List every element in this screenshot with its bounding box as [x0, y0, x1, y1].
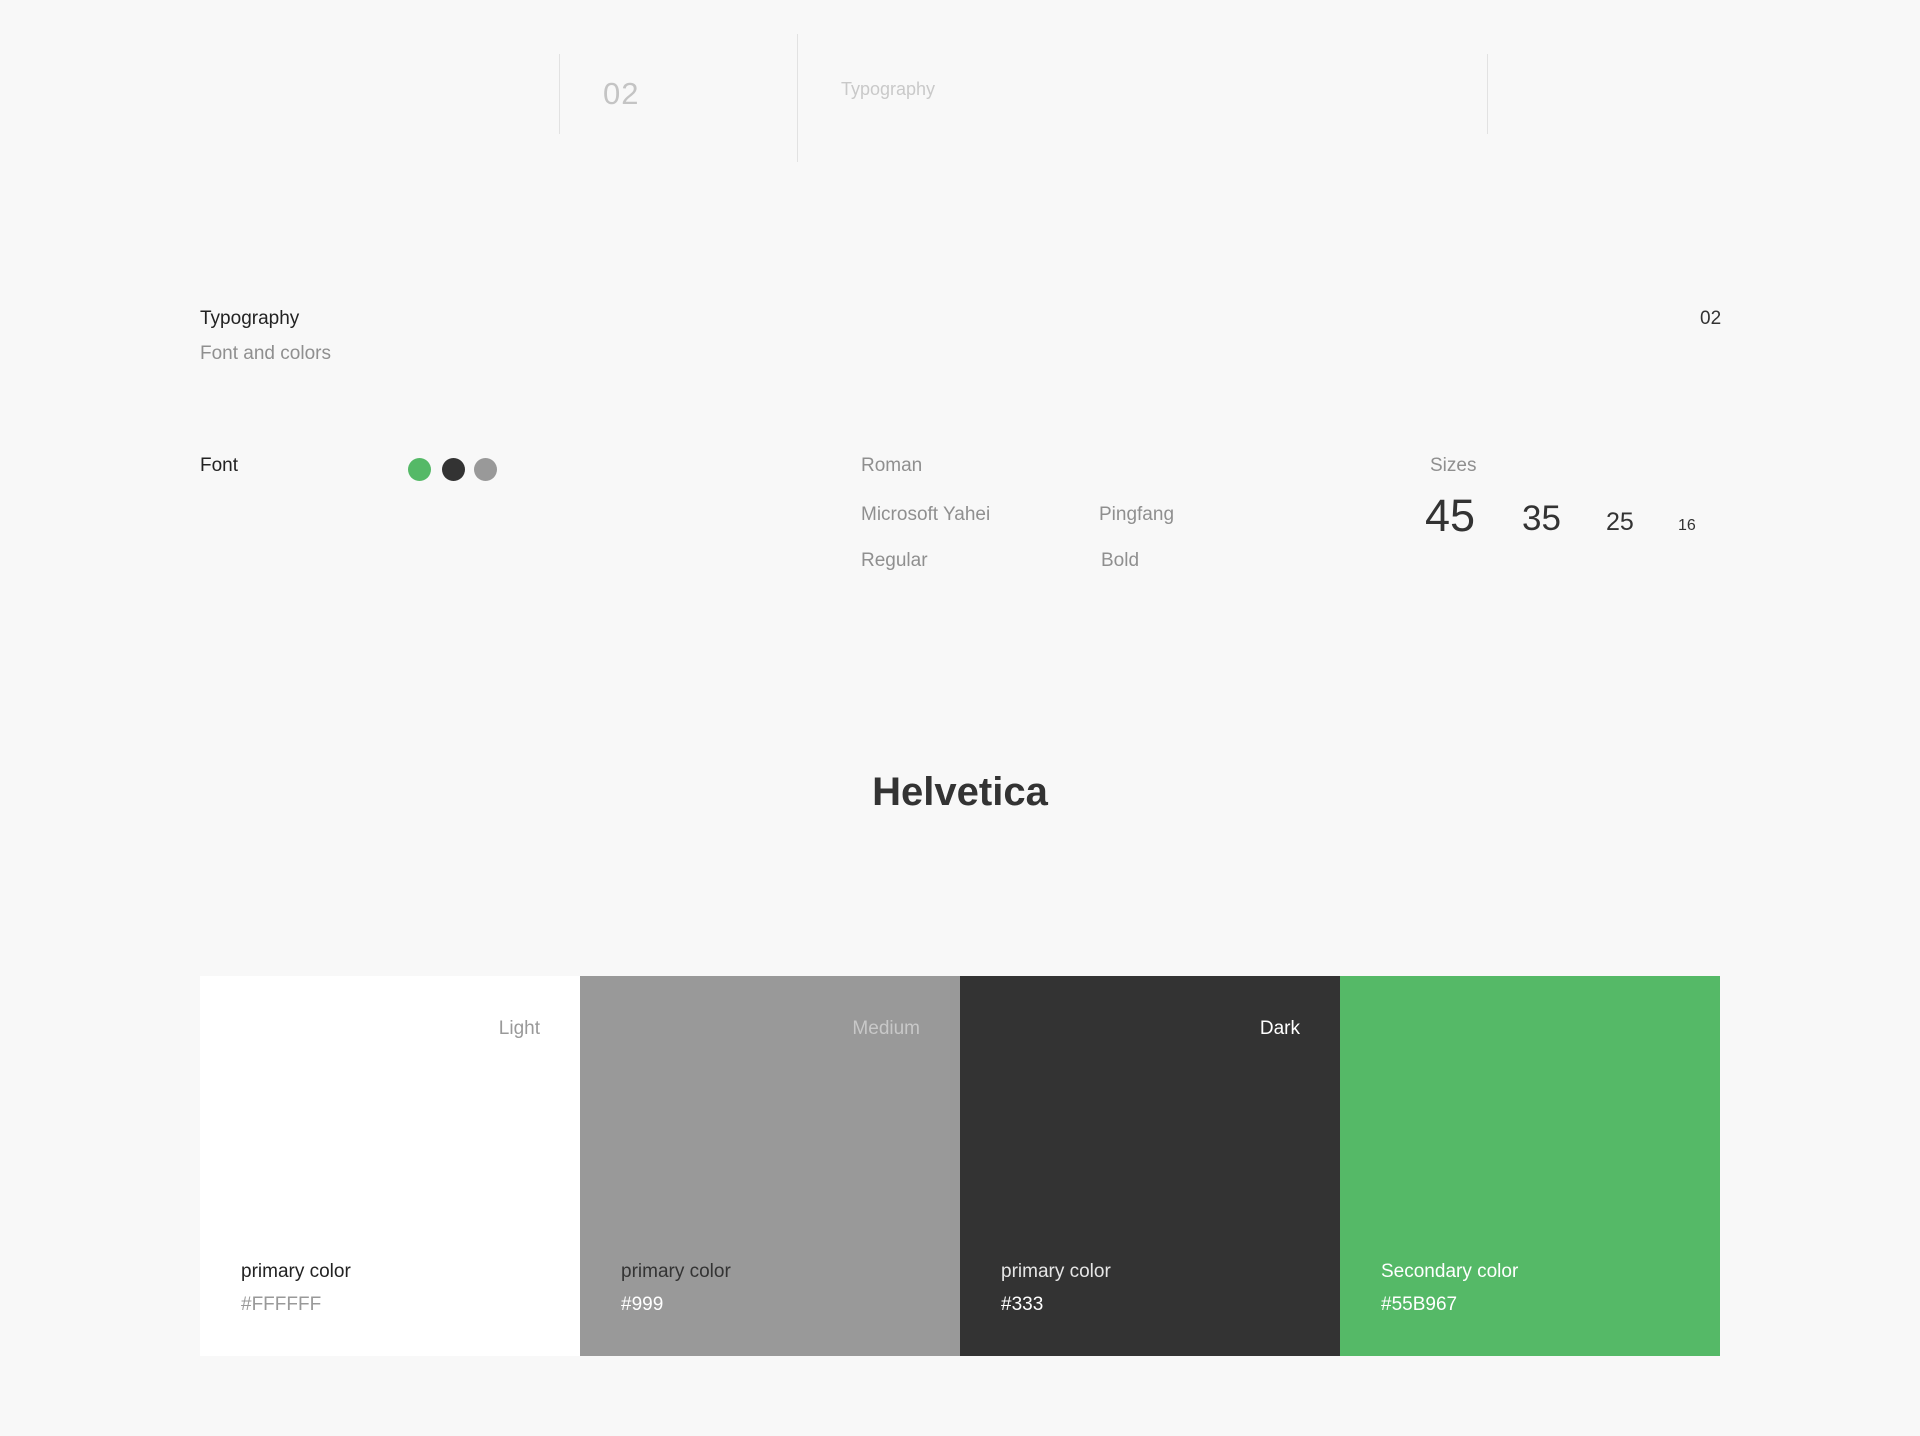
section-title: Typography	[200, 308, 300, 329]
size-sample-45: 45	[1425, 490, 1476, 541]
swatch-medium: Medium primary color #999	[580, 976, 960, 1356]
section-subtitle: Font and colors	[200, 343, 331, 364]
header-divider-left	[559, 54, 560, 134]
color-dot-green	[408, 458, 431, 481]
header-divider-middle	[797, 34, 798, 162]
swatch-name: primary color	[1001, 1261, 1111, 1282]
swatch-hex: #333	[1001, 1294, 1044, 1315]
swatch-light: Light primary color #FFFFFF	[200, 976, 580, 1356]
swatch-hex: #FFFFFF	[241, 1294, 322, 1315]
featured-font-name: Helvetica	[872, 770, 1048, 814]
swatch-name: primary color	[241, 1261, 351, 1282]
swatch-hex: #999	[621, 1294, 664, 1315]
font-family-microsoft-yahei: Microsoft Yahei	[861, 504, 991, 525]
header-section-number: 02	[603, 76, 640, 111]
swatch-name: Secondary color	[1381, 1261, 1519, 1282]
size-sample-35: 35	[1522, 499, 1561, 538]
color-dot-dark	[442, 458, 465, 481]
swatch-secondary: Secondary color #55B967	[1340, 976, 1720, 1356]
color-dot-grey	[474, 458, 497, 481]
swatch-hex: #55B967	[1381, 1294, 1458, 1315]
header-divider-right	[1487, 54, 1488, 134]
font-weight-bold: Bold	[1101, 550, 1140, 571]
size-sample-16: 16	[1678, 517, 1696, 534]
swatch-tag: Light	[498, 1018, 540, 1039]
swatch-name: primary color	[621, 1261, 731, 1282]
swatch-dark: Dark primary color #333	[960, 976, 1340, 1356]
swatch-tag: Medium	[852, 1018, 920, 1039]
section-number: 02	[1700, 308, 1722, 329]
sizes-label: Sizes	[1430, 455, 1477, 476]
swatch-tag: Dark	[1259, 1018, 1300, 1039]
font-family-pingfang: Pingfang	[1099, 504, 1175, 525]
size-sample-25: 25	[1606, 508, 1634, 536]
header-section-title: Typography	[841, 79, 936, 99]
font-label: Font	[200, 455, 239, 476]
font-family-label: Roman	[861, 455, 923, 476]
font-weight-regular: Regular	[861, 550, 928, 571]
